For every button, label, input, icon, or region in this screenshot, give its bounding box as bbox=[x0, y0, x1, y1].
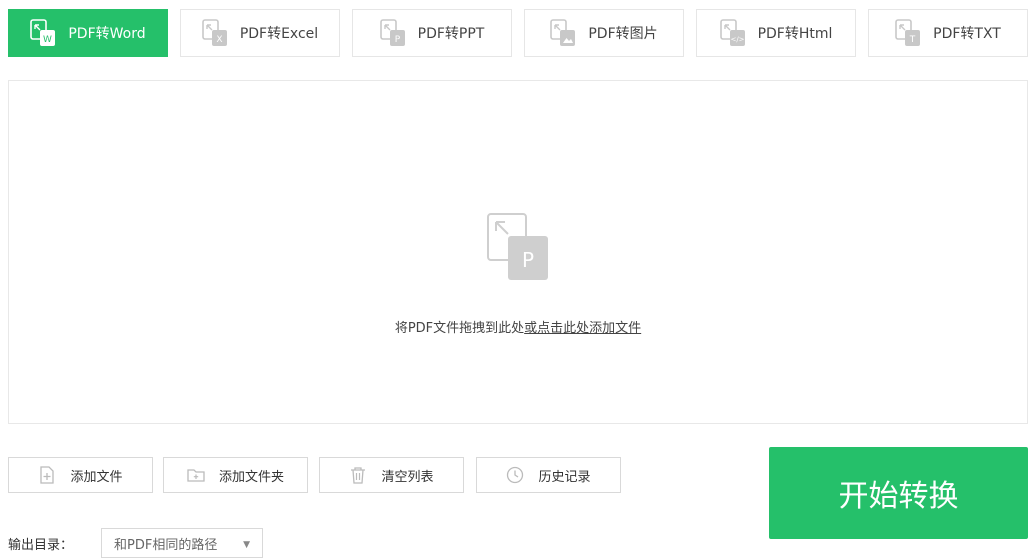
svg-text:X: X bbox=[216, 35, 222, 45]
chevron-down-icon: ▼ bbox=[243, 540, 250, 550]
image-doc-icon bbox=[550, 19, 576, 47]
txt-doc-icon: T bbox=[895, 19, 921, 47]
tab-label: PDF转Excel bbox=[239, 26, 319, 42]
tab-label: PDF转PPT bbox=[417, 26, 485, 42]
svg-text:</>: </> bbox=[730, 36, 744, 44]
history-label: 历史记录 bbox=[538, 469, 591, 485]
word-doc-icon: W bbox=[30, 19, 56, 47]
clock-icon bbox=[506, 466, 524, 484]
start-convert-button[interactable]: 开始转换 bbox=[769, 447, 1028, 539]
svg-text:P: P bbox=[522, 248, 534, 272]
tab-pdf-to-image[interactable]: PDF转图片 bbox=[524, 9, 684, 57]
tab-label: PDF转图片 bbox=[588, 26, 658, 42]
add-file-icon bbox=[38, 466, 56, 484]
file-drop-zone[interactable]: P 将PDF文件拖拽到此处或点击此处添加文件 bbox=[8, 80, 1028, 424]
svg-text:P: P bbox=[394, 35, 400, 45]
tab-label: PDF转TXT bbox=[933, 26, 1001, 42]
drop-hint: 将PDF文件拖拽到此处或点击此处添加文件 bbox=[9, 317, 1027, 336]
clear-list-button[interactable]: 清空列表 bbox=[319, 457, 464, 493]
output-dir-label: 输出目录： bbox=[8, 538, 74, 553]
history-button[interactable]: 历史记录 bbox=[476, 457, 621, 493]
tab-pdf-to-ppt[interactable]: P PDF转PPT bbox=[352, 9, 512, 57]
svg-text:W: W bbox=[43, 35, 52, 45]
add-folder-button[interactable]: 添加文件夹 bbox=[163, 457, 308, 493]
conversion-tabs: W PDF转Word X PDF转Excel P PDF转PPT PDF转图片 … bbox=[8, 9, 1028, 57]
output-dir-value: 和PDF相同的路径 bbox=[114, 537, 218, 553]
add-file-link[interactable]: 或点击此处添加文件 bbox=[524, 321, 641, 336]
clear-list-label: 清空列表 bbox=[381, 469, 434, 485]
add-file-label: 添加文件 bbox=[70, 469, 123, 485]
tab-pdf-to-word[interactable]: W PDF转Word bbox=[8, 9, 168, 57]
tab-pdf-to-html[interactable]: </> PDF转Html bbox=[696, 9, 856, 57]
drop-hint-text: 将PDF文件拖拽到此处 bbox=[394, 321, 525, 336]
folder-icon bbox=[187, 466, 205, 484]
tab-pdf-to-excel[interactable]: X PDF转Excel bbox=[180, 9, 340, 57]
tab-label: PDF转Word bbox=[68, 26, 146, 42]
tab-pdf-to-txt[interactable]: T PDF转TXT bbox=[868, 9, 1028, 57]
tab-label: PDF转Html bbox=[757, 26, 833, 42]
excel-doc-icon: X bbox=[202, 19, 228, 47]
add-folder-label: 添加文件夹 bbox=[218, 469, 284, 485]
svg-text:T: T bbox=[909, 35, 916, 45]
html-doc-icon: </> bbox=[719, 19, 746, 47]
pdf-drop-icon: P bbox=[486, 212, 552, 284]
add-file-button[interactable]: 添加文件 bbox=[8, 457, 153, 493]
ppt-doc-icon: P bbox=[379, 19, 406, 47]
trash-icon bbox=[349, 466, 367, 484]
